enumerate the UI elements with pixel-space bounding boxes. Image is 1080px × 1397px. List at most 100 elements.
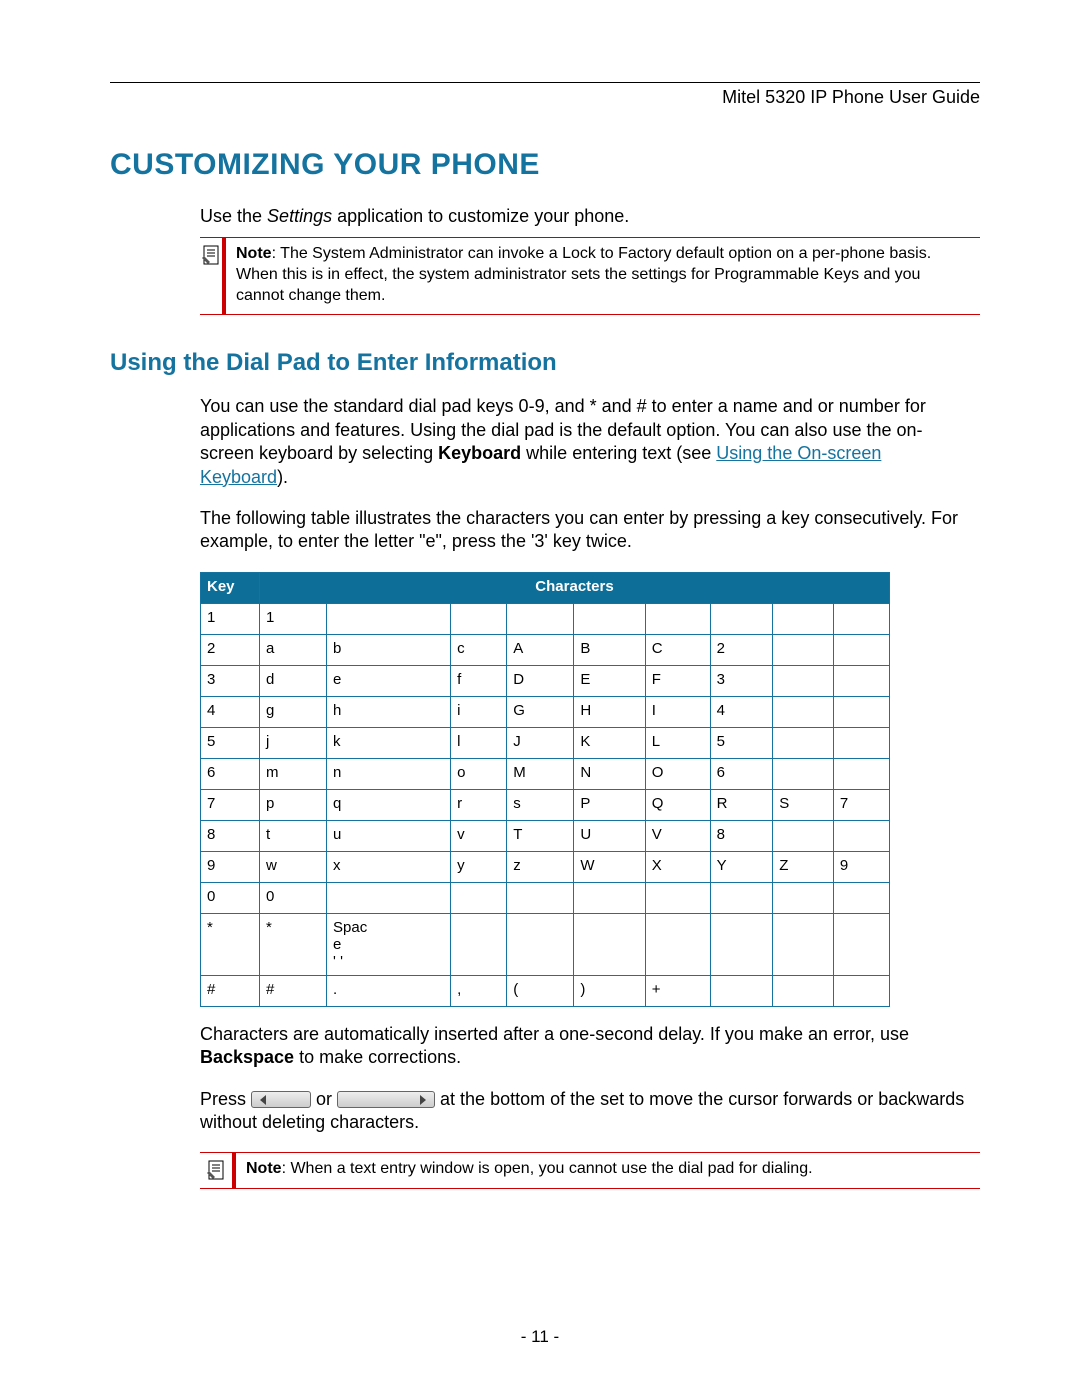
nav-right-icon xyxy=(337,1091,435,1108)
char-cell: U xyxy=(574,820,645,851)
char-cell xyxy=(451,913,507,975)
key-cell: 2 xyxy=(201,634,260,665)
char-cell: g xyxy=(260,696,327,727)
char-cell: Z xyxy=(773,851,834,882)
note-icon-cell-2 xyxy=(200,1153,236,1188)
char-cell: J xyxy=(507,727,574,758)
p1-bold: Keyboard xyxy=(438,443,521,463)
char-cell: P xyxy=(574,789,645,820)
note-icon-cell xyxy=(200,238,226,314)
char-cell: k xyxy=(327,727,451,758)
char-cell: i xyxy=(451,696,507,727)
note2-label: Note xyxy=(246,1160,282,1177)
char-cell: Y xyxy=(710,851,773,882)
char-cell: Spac e ' ' xyxy=(327,913,451,975)
char-cell xyxy=(833,665,889,696)
note-text-2: Note: When a text entry window is open, … xyxy=(236,1153,821,1188)
char-cell: N xyxy=(574,758,645,789)
char-cell xyxy=(710,882,773,913)
intro-paragraph: Use the Settings application to customiz… xyxy=(200,206,980,227)
table-row: **Spac e ' ' xyxy=(201,913,890,975)
char-cell xyxy=(833,727,889,758)
char-cell: a xyxy=(260,634,327,665)
char-cell: + xyxy=(645,975,710,1006)
key-cell: 1 xyxy=(201,603,260,634)
char-cell: 6 xyxy=(710,758,773,789)
key-cell: 7 xyxy=(201,789,260,820)
key-cell: 8 xyxy=(201,820,260,851)
char-cell xyxy=(773,665,834,696)
char-cell: d xyxy=(260,665,327,696)
char-cell: I xyxy=(645,696,710,727)
char-cell: p xyxy=(260,789,327,820)
char-cell: K xyxy=(574,727,645,758)
doc-header-title: Mitel 5320 IP Phone User Guide xyxy=(110,87,980,108)
char-cell: r xyxy=(451,789,507,820)
p1-c: ). xyxy=(277,467,288,487)
char-cell xyxy=(645,882,710,913)
char-cell: q xyxy=(327,789,451,820)
p4-a: Press xyxy=(200,1089,251,1109)
note-box-1: Note: The System Administrator can invok… xyxy=(200,237,980,315)
char-cell: f xyxy=(451,665,507,696)
intro-pre: Use the xyxy=(200,206,267,226)
char-cell: ( xyxy=(507,975,574,1006)
char-cell xyxy=(833,913,889,975)
char-cell xyxy=(507,882,574,913)
key-cell: 5 xyxy=(201,727,260,758)
th-characters: Characters xyxy=(260,572,890,603)
char-cell: b xyxy=(327,634,451,665)
intro-italic: Settings xyxy=(267,206,332,226)
char-cell: W xyxy=(574,851,645,882)
char-cell: L xyxy=(645,727,710,758)
char-cell: o xyxy=(451,758,507,789)
char-cell xyxy=(507,913,574,975)
char-cell xyxy=(574,882,645,913)
char-cell xyxy=(451,882,507,913)
char-cell xyxy=(833,603,889,634)
char-cell: D xyxy=(507,665,574,696)
key-cell: 3 xyxy=(201,665,260,696)
p3-b: to make corrections. xyxy=(294,1047,461,1067)
char-cell: 5 xyxy=(710,727,773,758)
char-cell: h xyxy=(327,696,451,727)
char-cell xyxy=(710,603,773,634)
table-row: 7pqrsPQRS7 xyxy=(201,789,890,820)
char-cell: S xyxy=(773,789,834,820)
paragraph-2: The following table illustrates the char… xyxy=(200,507,970,554)
table-row: 11 xyxy=(201,603,890,634)
char-cell: G xyxy=(507,696,574,727)
char-cell xyxy=(833,882,889,913)
char-cell: F xyxy=(645,665,710,696)
table-row: 3defDEF3 xyxy=(201,665,890,696)
char-cell: ) xyxy=(574,975,645,1006)
char-cell: M xyxy=(507,758,574,789)
char-cell: w xyxy=(260,851,327,882)
char-cell: H xyxy=(574,696,645,727)
key-cell: * xyxy=(201,913,260,975)
p3-a: Characters are automatically inserted af… xyxy=(200,1024,909,1044)
char-cell: m xyxy=(260,758,327,789)
table-row: 5jklJKL5 xyxy=(201,727,890,758)
char-cell xyxy=(773,975,834,1006)
paragraph-1: You can use the standard dial pad keys 0… xyxy=(200,395,970,489)
char-cell: 1 xyxy=(260,603,327,634)
char-cell xyxy=(574,913,645,975)
char-cell: # xyxy=(260,975,327,1006)
char-cell: 7 xyxy=(833,789,889,820)
char-cell: u xyxy=(327,820,451,851)
note-icon xyxy=(205,1159,227,1181)
char-cell xyxy=(773,634,834,665)
char-cell: B xyxy=(574,634,645,665)
char-cell xyxy=(833,820,889,851)
char-cell: t xyxy=(260,820,327,851)
page-number: - 11 - xyxy=(0,1327,1080,1347)
char-cell: 4 xyxy=(710,696,773,727)
char-cell xyxy=(833,758,889,789)
char-cell: A xyxy=(507,634,574,665)
char-cell: x xyxy=(327,851,451,882)
note1-body: : The System Administrator can invoke a … xyxy=(236,245,931,304)
note-icon xyxy=(200,244,222,266)
char-cell xyxy=(833,696,889,727)
key-cell: 6 xyxy=(201,758,260,789)
